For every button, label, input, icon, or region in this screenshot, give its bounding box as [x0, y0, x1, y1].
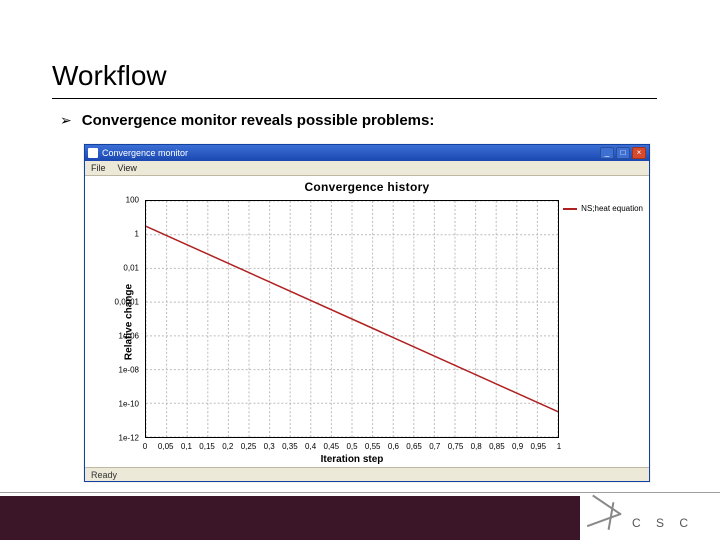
- chart-xlabel: Iteration step: [145, 454, 559, 465]
- window-statusbar: Ready: [85, 467, 649, 481]
- legend-swatch-icon: [563, 208, 577, 210]
- csc-logo-text: C S C: [626, 516, 694, 530]
- chart-ytick: 1e-12: [119, 434, 139, 443]
- window-menubar: File View: [85, 161, 649, 176]
- footer-divider: [0, 492, 720, 493]
- chart-ytick: 0,01: [123, 264, 139, 273]
- maximize-button[interactable]: □: [616, 147, 630, 159]
- chart-xtick: 0,25: [241, 442, 257, 451]
- chart-xtick: 0,4: [305, 442, 316, 451]
- chart-xtick: 0,6: [388, 442, 399, 451]
- chart-legend: NS;heat equation: [563, 204, 643, 213]
- csc-star-icon: [586, 502, 622, 530]
- chart-xtick: 1: [557, 442, 561, 451]
- chart-plot-area: [145, 200, 559, 438]
- chart-xtick: 0,15: [199, 442, 215, 451]
- chart-xticks: 0 0,05 0,1 0,15 0,2 0,25 0,3 0,35 0,4 0,45 0,5 0,55…: [145, 442, 559, 454]
- chart-xtick: 0,1: [181, 442, 192, 451]
- chart-xtick: 0,75: [448, 442, 464, 451]
- window-titlebar[interactable]: Convergence monitor _ □ ×: [85, 145, 649, 161]
- csc-logo: C S C: [586, 502, 694, 530]
- chart-yticks: 10010,010,00011e-061e-081e-101e-12: [85, 200, 143, 438]
- bullet-item: ➢ Convergence monitor reveals possible p…: [60, 112, 434, 129]
- bullet-text: Convergence monitor reveals possible pro…: [82, 112, 435, 129]
- chart-xtick: 0,7: [429, 442, 440, 451]
- chart-xtick: 0,9: [512, 442, 523, 451]
- menu-view[interactable]: View: [118, 163, 137, 173]
- chart-xtick: 0,8: [471, 442, 482, 451]
- menu-file[interactable]: File: [91, 163, 106, 173]
- chart-xtick: 0,65: [406, 442, 422, 451]
- chart-xtick: 0,55: [365, 442, 381, 451]
- chart-xtick: 0,45: [324, 442, 340, 451]
- chart-ytick: 1e-10: [119, 400, 139, 409]
- chart-xtick: 0: [143, 442, 147, 451]
- app-icon: [88, 148, 98, 158]
- chart-ytick: 0,0001: [115, 298, 139, 307]
- chart-ytick: 1: [135, 230, 139, 239]
- page-title: Workflow: [52, 60, 167, 92]
- chart-ytick: 1e-08: [119, 366, 139, 375]
- chart-xtick: 0,85: [489, 442, 505, 451]
- minimize-button[interactable]: _: [600, 147, 614, 159]
- chart-xtick: 0,3: [264, 442, 275, 451]
- chart-title: Convergence history: [85, 180, 649, 194]
- legend-label: NS;heat equation: [581, 204, 643, 213]
- close-button[interactable]: ×: [632, 147, 646, 159]
- status-text: Ready: [91, 470, 117, 480]
- slide-footer: C S C: [0, 492, 720, 540]
- window-title: Convergence monitor: [102, 148, 188, 158]
- chart-xtick: 0,95: [531, 442, 547, 451]
- footer-accent: [0, 496, 580, 540]
- arrow-icon: ➢: [60, 112, 72, 129]
- chart-xtick: 0,5: [346, 442, 357, 451]
- chart-xtick: 0,05: [158, 442, 174, 451]
- chart-ytick: 100: [126, 196, 139, 205]
- chart-ytick: 1e-06: [119, 332, 139, 341]
- chart-svg: [146, 201, 558, 437]
- convergence-monitor-window: Convergence monitor _ □ × File View Conv…: [84, 144, 650, 482]
- title-underline: [52, 98, 657, 99]
- chart-xtick: 0,2: [222, 442, 233, 451]
- window-body: Convergence history Relative change 1001…: [85, 176, 649, 467]
- chart-xtick: 0,35: [282, 442, 298, 451]
